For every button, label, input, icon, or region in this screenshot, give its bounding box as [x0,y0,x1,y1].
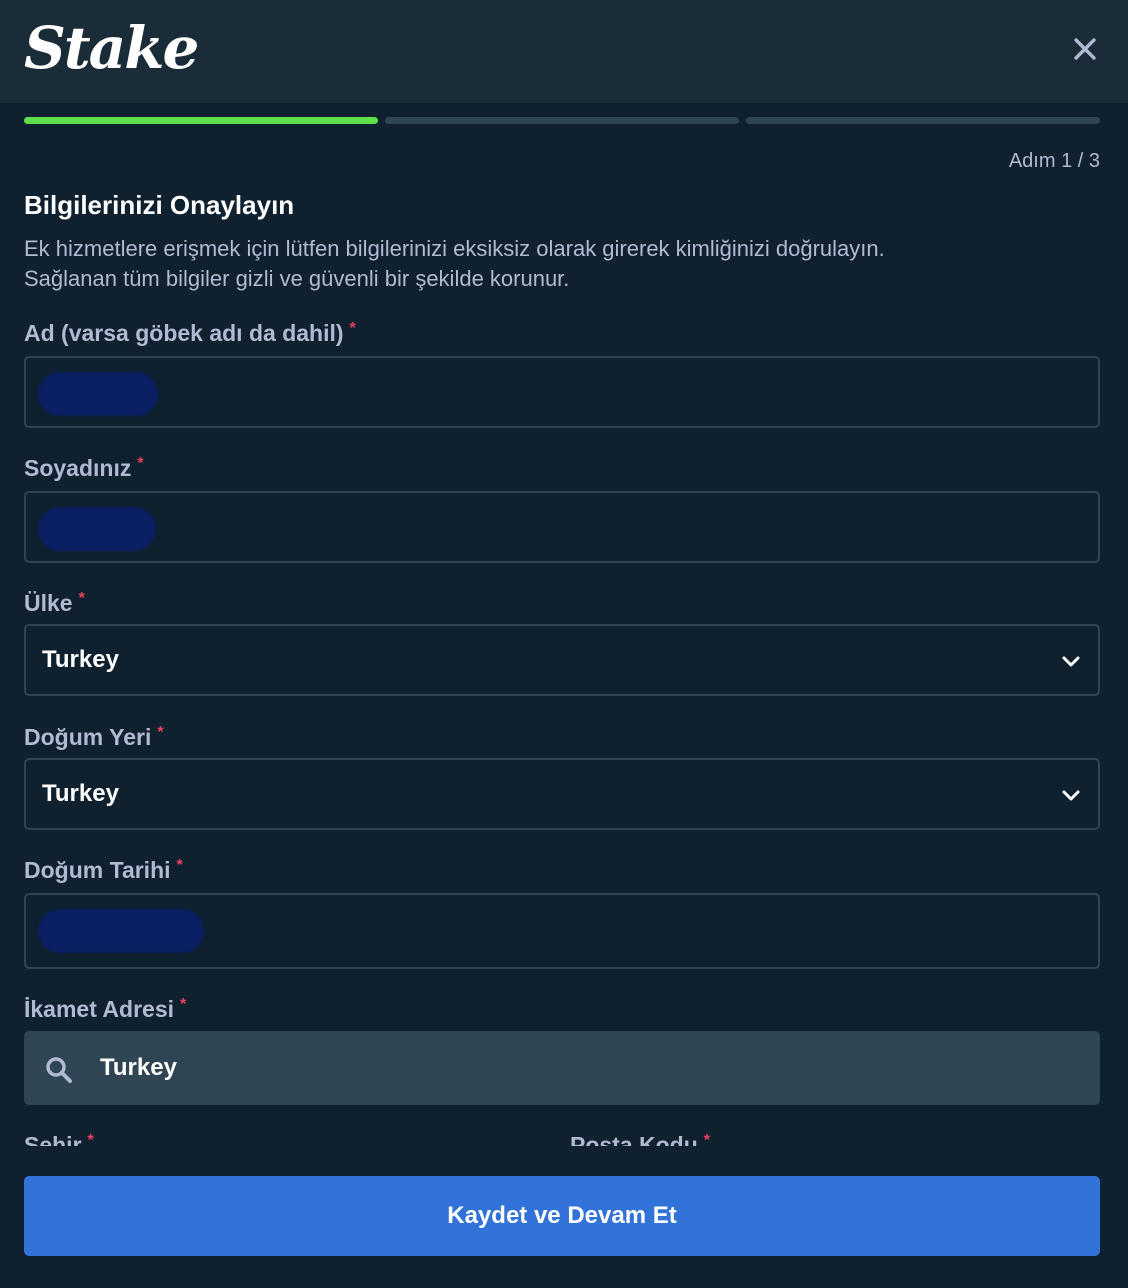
birth-date-input[interactable] [24,893,1100,969]
progress-segment-2 [385,117,739,124]
save-and-continue-button[interactable]: Kaydet ve Devam Et [24,1176,1100,1256]
birth-place-select-value: Turkey [42,780,119,807]
city-label: Şehir * [24,1132,94,1146]
form-title: Bilgilerinizi Onaylayın [24,190,295,220]
scrolled-labels-row: Şehir * Posta Kodu * [0,1128,1128,1146]
form-description-line-2: Sağlanan tüm bilgiler gizli ve güvenli b… [24,266,570,291]
required-mark: * [349,320,356,337]
required-mark: * [703,1132,711,1146]
redacted-value [38,507,156,551]
address-search-input[interactable]: Turkey [24,1031,1100,1105]
first-name-label: Ad (varsa göbek adı da dahil) * [24,320,356,346]
required-mark: * [176,857,183,874]
last-name-input[interactable] [24,491,1100,563]
country-select[interactable]: Turkey [24,624,1100,696]
birth-place-select[interactable]: Turkey [24,758,1100,830]
close-icon [1074,38,1096,60]
required-mark: * [180,996,187,1013]
country-label: Ülke * [24,590,85,616]
progress-segment-3 [746,117,1100,124]
form-description: Ek hizmetlere erişmek için lütfen bilgil… [24,234,1104,294]
first-name-input[interactable] [24,356,1100,428]
close-button[interactable] [1068,32,1102,66]
chevron-down-icon [1062,790,1080,801]
birth-place-label: Doğum Yeri * [24,724,164,750]
search-icon [46,1057,72,1083]
required-mark: * [137,455,144,472]
stake-logo: Stake [24,14,199,82]
postal-code-label: Posta Kodu * [570,1132,710,1146]
required-mark: * [87,1132,94,1146]
progress-segment-1 [24,117,378,124]
step-indicator: Adım 1 / 3 [1008,150,1100,172]
step-progress-bar [24,117,1100,125]
redacted-value [38,372,158,416]
last-name-label: Soyadınız * [24,455,144,481]
country-select-value: Turkey [42,646,119,673]
required-mark: * [78,590,85,607]
verification-modal: Stake Adım 1 / 3 Bilgilerinizi Onaylayın… [0,0,1128,1288]
birth-date-label: Doğum Tarihi * [24,857,183,883]
required-mark: * [157,724,164,741]
address-search-value: Turkey [100,1054,177,1081]
redacted-value [38,909,204,953]
chevron-down-icon [1062,656,1080,667]
modal-header: Stake [0,0,1128,103]
address-label: İkamet Adresi * [24,996,187,1022]
form-description-line-1: Ek hizmetlere erişmek için lütfen bilgil… [24,236,885,261]
